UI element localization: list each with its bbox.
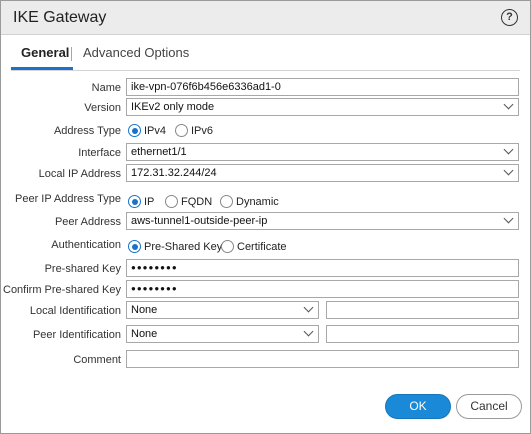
address-type-group: IPv4 IPv6 — [128, 123, 328, 139]
dynamic-radio[interactable] — [220, 195, 233, 208]
local-id-select[interactable]: None — [126, 301, 319, 319]
comment-input[interactable] — [126, 350, 519, 368]
local-id-value: None — [131, 304, 158, 316]
cancel-button[interactable]: Cancel — [456, 394, 522, 419]
psk-label: Pre-shared Key — [44, 263, 121, 275]
name-input[interactable]: ike-vpn-076f6b456e6336ad1-0 — [126, 78, 519, 96]
peer-id-value: None — [131, 328, 158, 340]
version-label: Version — [84, 102, 121, 114]
psk-input[interactable]: ●●●●●●●● — [126, 259, 519, 277]
address-type-label: Address Type — [53, 125, 121, 137]
chevron-down-icon — [503, 165, 514, 176]
chevron-down-icon — [503, 213, 514, 224]
ok-button[interactable]: OK — [385, 394, 451, 419]
peer-id-label: Peer Identification — [32, 329, 121, 341]
authentication-label: Authentication — [51, 239, 121, 251]
peer-ip-type-group: IP FQDN Dynamic — [128, 194, 328, 210]
version-select[interactable]: IKEv2 only mode — [126, 98, 519, 116]
interface-value: ethernet1/1 — [131, 146, 187, 158]
local-ip-label: Local IP Address — [38, 168, 121, 180]
ip-radio[interactable] — [128, 195, 141, 208]
chevron-down-icon — [503, 144, 514, 155]
ipv4-radio[interactable] — [128, 124, 141, 137]
local-id-label: Local Identification — [29, 305, 121, 317]
local-ip-select[interactable]: 172.31.32.244/24 — [126, 164, 519, 182]
confirm-psk-input[interactable]: ●●●●●●●● — [126, 280, 519, 298]
peer-address-label: Peer Address — [54, 216, 121, 228]
chevron-down-icon — [303, 326, 314, 337]
tab-divider — [71, 47, 72, 61]
pre-shared-key-radio[interactable] — [128, 240, 141, 253]
dialog-titlebar: IKE Gateway ? — [1, 1, 530, 35]
chevron-down-icon — [303, 302, 314, 313]
tab-advanced-options[interactable]: Advanced Options — [83, 45, 189, 60]
peer-address-value: aws-tunnel1-outside-peer-ip — [131, 215, 268, 227]
interface-label: Interface — [78, 147, 121, 159]
chevron-down-icon — [503, 99, 514, 110]
ike-gateway-dialog: IKE Gateway ? General Advanced Options N… — [0, 0, 531, 434]
dialog-title: IKE Gateway — [13, 9, 107, 26]
comment-label: Comment — [73, 354, 121, 366]
peer-address-select[interactable]: aws-tunnel1-outside-peer-ip — [126, 212, 519, 230]
version-value: IKEv2 only mode — [131, 101, 215, 113]
pre-shared-key-option-label: Pre-Shared Key — [144, 241, 223, 253]
tab-divider-line — [11, 70, 520, 71]
help-icon[interactable]: ? — [501, 9, 518, 26]
certificate-radio[interactable] — [221, 240, 234, 253]
name-label: Name — [91, 82, 121, 94]
ipv6-radio[interactable] — [175, 124, 188, 137]
confirm-psk-label: Confirm Pre-shared Key — [3, 284, 121, 296]
tab-general[interactable]: General — [21, 45, 69, 60]
dynamic-label: Dynamic — [236, 196, 279, 208]
certificate-label: Certificate — [237, 241, 287, 253]
peer-id-value-input[interactable] — [326, 325, 519, 343]
ipv4-label: IPv4 — [144, 125, 167, 137]
local-ip-value: 172.31.32.244/24 — [131, 167, 217, 179]
interface-select[interactable]: ethernet1/1 — [126, 143, 519, 161]
ip-label: IP — [144, 196, 155, 208]
peer-ip-type-label: Peer IP Address Type — [15, 193, 121, 205]
ipv6-label: IPv6 — [191, 125, 214, 137]
local-id-value-input[interactable] — [326, 301, 519, 319]
peer-id-select[interactable]: None — [126, 325, 319, 343]
fqdn-label: FQDN — [181, 196, 213, 208]
authentication-group: Pre-Shared Key Certificate — [128, 239, 328, 255]
fqdn-radio[interactable] — [165, 195, 178, 208]
